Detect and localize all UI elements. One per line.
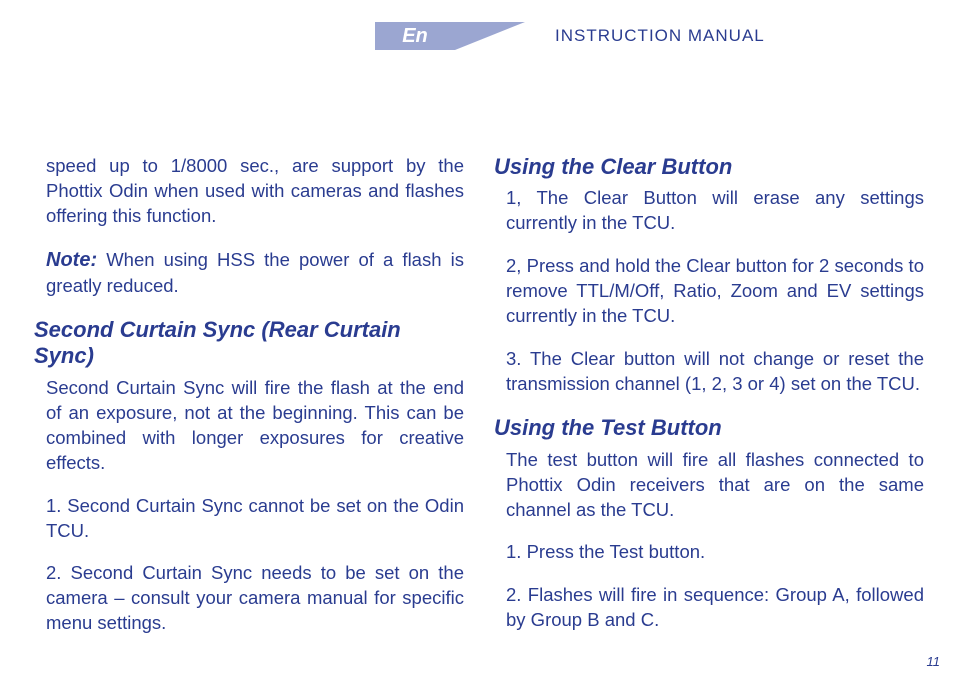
paragraph: Second Curtain Sync will fire the flash … [34, 376, 464, 476]
paragraph: 2. Flashes will fire in sequence: Group … [494, 583, 924, 633]
paragraph: 2. Second Curtain Sync needs to be set o… [34, 561, 464, 636]
paragraph: The test button will fire all flashes co… [494, 448, 924, 523]
left-column: speed up to 1/8000 sec., are support by … [34, 154, 464, 654]
paragraph: 3. The Clear button will not change or r… [494, 347, 924, 397]
manual-page: En INSTRUCTION MANUAL speed up to 1/8000… [0, 0, 954, 687]
content-columns: speed up to 1/8000 sec., are support by … [0, 58, 954, 654]
section-heading-test-button: Using the Test Button [494, 415, 924, 441]
paragraph: speed up to 1/8000 sec., are support by … [34, 154, 464, 229]
language-tag-angle [455, 22, 525, 50]
paragraph: 1. Press the Test button. [494, 540, 924, 565]
note-label: Note: [46, 249, 97, 271]
paragraph: 1, The Clear Button will erase any setti… [494, 186, 924, 236]
paragraph: 1. Second Curtain Sync cannot be set on … [34, 494, 464, 544]
header-title: INSTRUCTION MANUAL [555, 26, 765, 46]
page-number: 11 [927, 654, 941, 669]
section-heading-clear-button: Using the Clear Button [494, 154, 924, 180]
note-body: When using HSS the power of a flash is g… [46, 249, 464, 296]
paragraph: 2, Press and hold the Clear button for 2… [494, 254, 924, 329]
right-column: Using the Clear Button 1, The Clear Butt… [494, 154, 924, 654]
note-paragraph: Note: When using HSS the power of a flas… [34, 247, 464, 299]
language-tag: En [375, 22, 455, 50]
page-header: En INSTRUCTION MANUAL [0, 0, 954, 58]
section-heading-second-curtain: Second Curtain Sync (Rear Curtain Sync) [34, 317, 464, 370]
